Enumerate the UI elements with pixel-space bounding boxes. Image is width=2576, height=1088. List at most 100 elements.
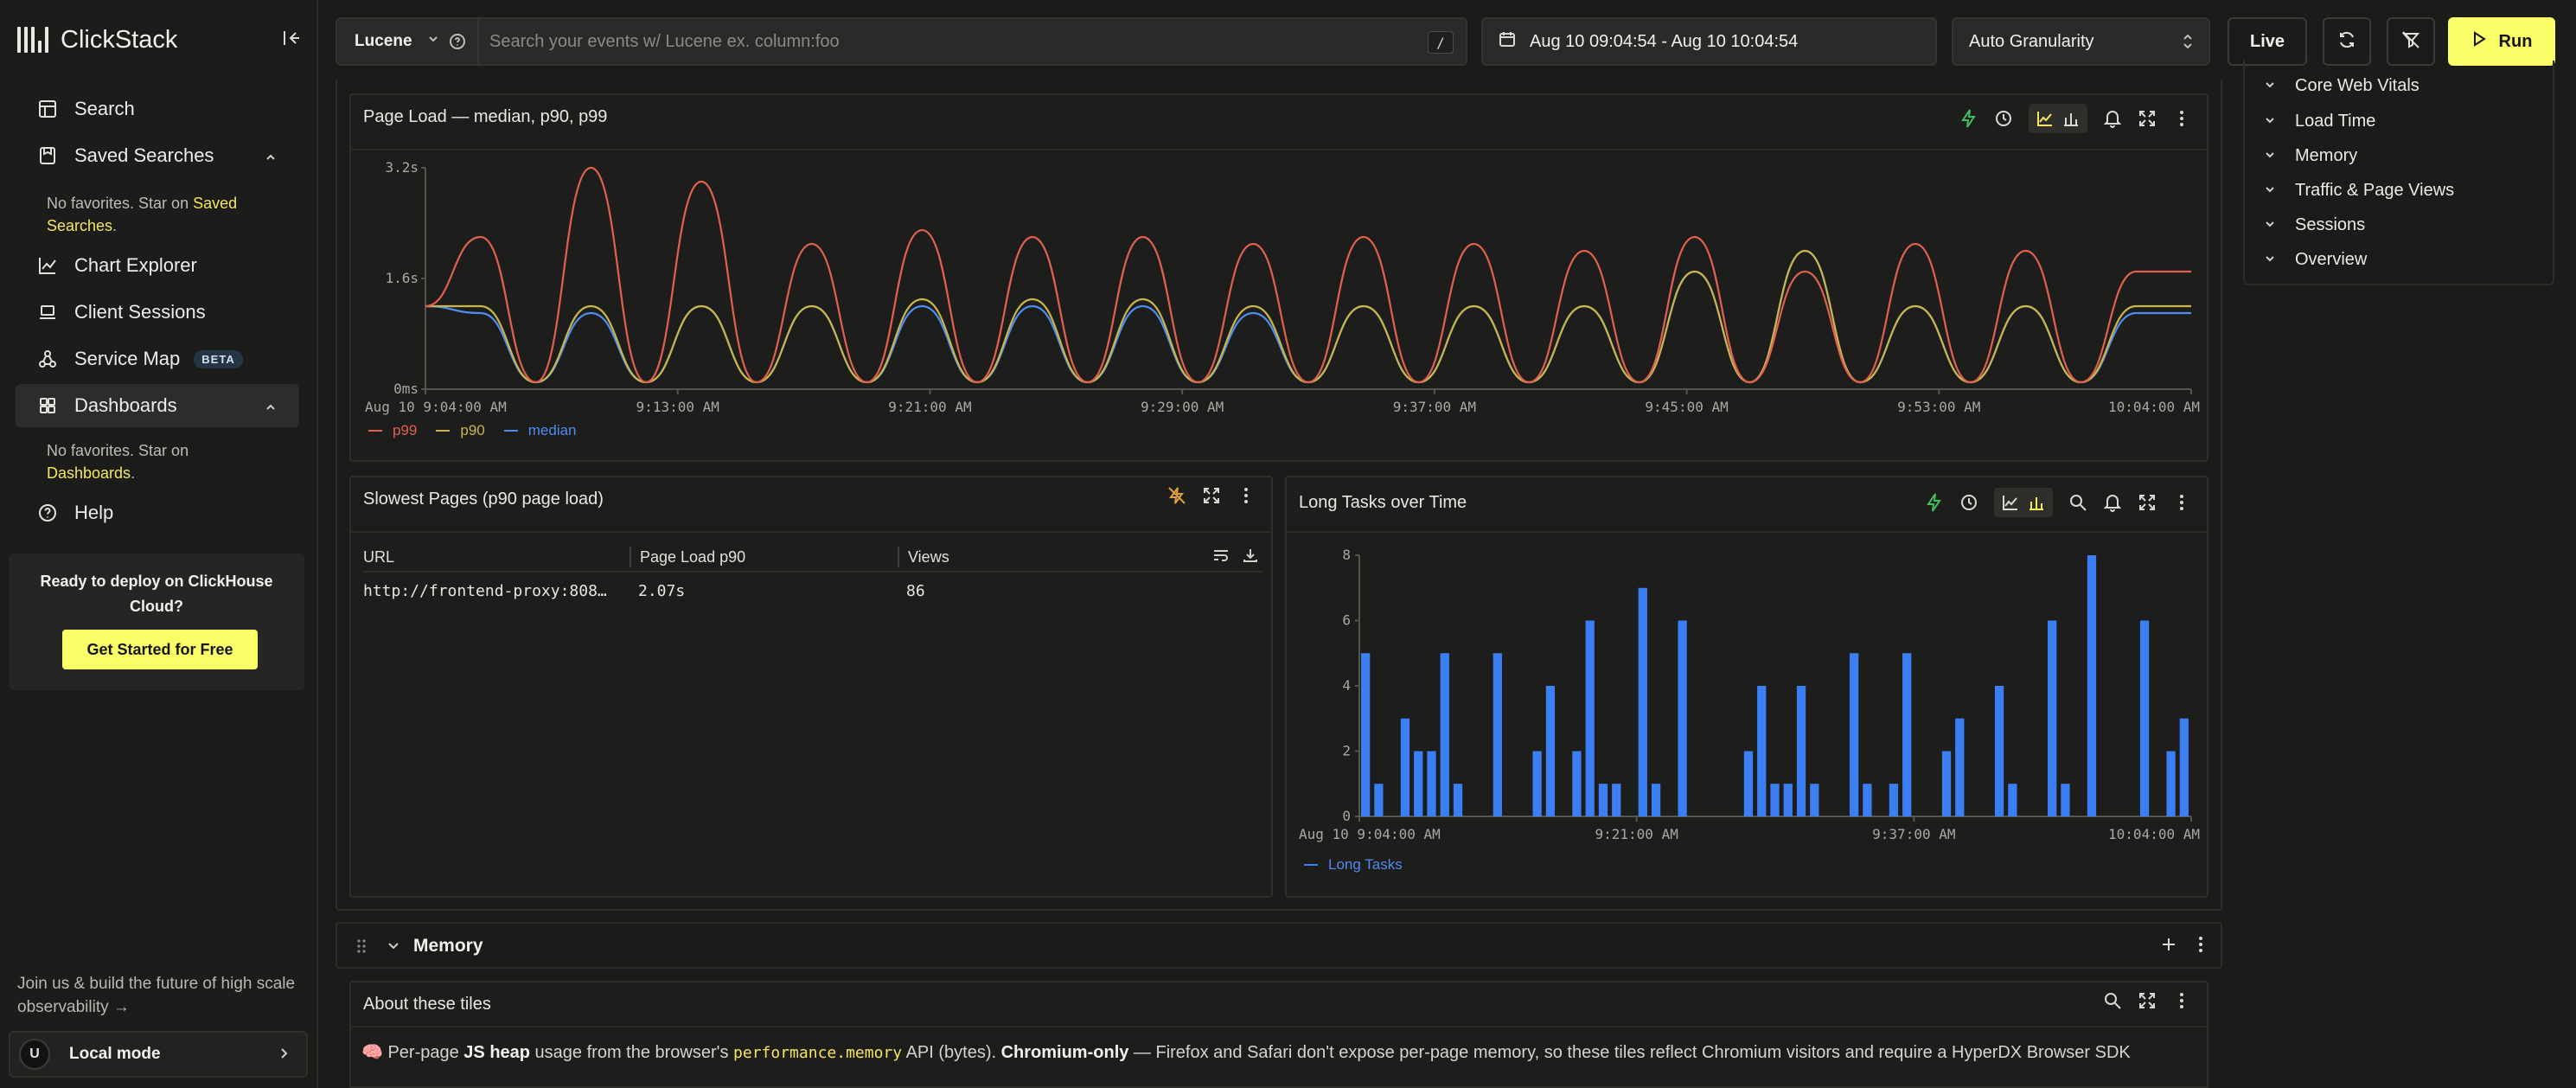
more-vertical-icon[interactable] xyxy=(2172,991,2191,1010)
nav-saved-searches[interactable]: Saved Searches xyxy=(16,134,299,177)
clock-icon[interactable] xyxy=(1959,493,1978,512)
bar xyxy=(1743,751,1754,816)
bell-icon[interactable] xyxy=(2103,109,2122,128)
outline-item[interactable]: Overview xyxy=(2264,248,2367,271)
drag-handle-icon[interactable] xyxy=(356,938,367,959)
y-tick-label: 4 xyxy=(1342,677,1351,694)
y-tick-label: 2 xyxy=(1342,743,1351,759)
chevron-down-icon[interactable] xyxy=(386,938,401,957)
legend-item-median[interactable]: median xyxy=(503,422,577,439)
column-header-views[interactable]: Views xyxy=(898,547,1157,567)
legend-item-p90[interactable]: p90 xyxy=(436,422,485,439)
chevron-up-icon[interactable] xyxy=(263,398,278,420)
plus-icon[interactable] xyxy=(2160,936,2177,957)
more-vertical-icon[interactable] xyxy=(2198,936,2203,957)
search-icon[interactable] xyxy=(2068,493,2087,512)
dashboard-outline: Core Web Vitals Load Time Memory Traffic… xyxy=(2243,61,2554,285)
legend-item-p99[interactable]: p99 xyxy=(368,422,417,439)
bar xyxy=(1757,686,1767,816)
chart-legend: Long Tasks xyxy=(1304,856,1403,874)
lightning-icon[interactable] xyxy=(1925,493,1944,512)
live-button[interactable]: Live xyxy=(2228,17,2307,66)
bar xyxy=(2179,718,2189,816)
line-chart-icon[interactable] xyxy=(2001,493,2020,512)
nav-search[interactable]: Search xyxy=(16,87,299,131)
x-tick-label: 9:29:00 AM xyxy=(1141,399,1224,415)
x-tick-label: 10:04:00 AM xyxy=(2108,826,2200,842)
expand-icon[interactable] xyxy=(2138,493,2157,512)
tile-divider xyxy=(351,1026,2207,1027)
collapse-sidebar-icon[interactable] xyxy=(278,26,303,50)
clock-icon[interactable] xyxy=(1994,109,2013,128)
outline-item[interactable]: Traffic & Page Views xyxy=(2264,179,2454,202)
user-menu[interactable]: U Local mode xyxy=(9,1031,308,1078)
get-started-button[interactable]: Get Started for Free xyxy=(62,630,258,669)
bar xyxy=(1994,686,2004,816)
tile-toolbar xyxy=(2103,991,2191,1010)
download-icon[interactable] xyxy=(1242,547,1259,568)
cell-url: http://frontend-proxy:808… xyxy=(363,581,607,600)
y-tick-label: 0ms xyxy=(393,381,419,397)
query-help-icon[interactable] xyxy=(448,32,467,55)
table-row[interactable]: http://frontend-proxy:808… 2.07s 86 xyxy=(363,573,1262,609)
bar-chart-icon[interactable] xyxy=(2061,109,2081,128)
legend-item-long-tasks[interactable]: Long Tasks xyxy=(1304,856,1403,874)
more-vertical-icon[interactable] xyxy=(1237,486,1256,505)
expand-icon[interactable] xyxy=(1202,486,1221,505)
more-vertical-icon[interactable] xyxy=(2172,493,2191,512)
nav-service-map[interactable]: Service Map BETA xyxy=(16,337,299,381)
x-tick-label: 9:53:00 AM xyxy=(1897,399,1980,415)
outline-item[interactable]: Sessions xyxy=(2264,214,2365,236)
expand-icon[interactable] xyxy=(2138,991,2157,1010)
lightning-off-icon[interactable] xyxy=(1167,486,1186,505)
chevron-up-icon[interactable] xyxy=(263,148,278,170)
nav-help[interactable]: Help xyxy=(16,491,299,534)
bar xyxy=(1532,751,1542,816)
nav-client-sessions[interactable]: Client Sessions xyxy=(16,291,299,334)
wrap-text-icon[interactable] xyxy=(1212,547,1230,568)
more-vertical-icon[interactable] xyxy=(2172,109,2191,128)
dashboards-link[interactable]: Dashboards xyxy=(47,464,131,482)
run-button[interactable]: Run xyxy=(2448,17,2555,66)
run-label: Run xyxy=(2498,31,2533,51)
help-circle-icon xyxy=(38,503,57,522)
search-icon[interactable] xyxy=(2103,991,2122,1010)
column-header-p90[interactable]: Page Load p90 xyxy=(630,547,898,567)
refresh-button[interactable] xyxy=(2323,17,2371,66)
granularity-select[interactable]: Auto Granularity xyxy=(1952,17,2210,66)
filter-button[interactable] xyxy=(2387,17,2435,66)
nav-dashboards[interactable]: Dashboards xyxy=(16,384,299,427)
outline-item[interactable]: Core Web Vitals xyxy=(2264,74,2419,97)
x-tick-label: Aug 10 9:04:00 AM xyxy=(365,399,507,415)
bar-chart-icon[interactable] xyxy=(2027,493,2046,512)
y-tick-label: 1.6s xyxy=(385,270,419,286)
nav-chart-explorer[interactable]: Chart Explorer xyxy=(16,244,299,287)
column-header-url[interactable]: URL xyxy=(363,547,630,567)
sidebar: ClickStack Search Saved Searches No favo… xyxy=(0,0,318,1088)
dashboards-empty-note: No favorites. Star on Dashboards. xyxy=(47,442,189,482)
tile-title: Slowest Pages (p90 page load) xyxy=(363,490,604,509)
bookmark-icon xyxy=(38,146,57,165)
bar xyxy=(1598,784,1608,816)
bar xyxy=(1783,784,1793,816)
bar xyxy=(1770,784,1780,816)
expand-icon[interactable] xyxy=(2138,109,2157,128)
table-header: URL Page Load p90 Views xyxy=(363,543,1262,573)
bar xyxy=(1955,718,1965,816)
line-chart-icon[interactable] xyxy=(2036,109,2055,128)
bar xyxy=(2048,620,2057,816)
outline-item[interactable]: Memory xyxy=(2264,144,2357,167)
y-tick-label: 3.2s xyxy=(385,159,419,176)
nav-label: Help xyxy=(74,502,114,523)
bar xyxy=(1941,751,1952,816)
app-logo[interactable]: ClickStack xyxy=(17,22,177,57)
search-input[interactable] xyxy=(489,19,1406,64)
time-range-picker[interactable]: Aug 10 09:04:54 - Aug 10 10:04:54 xyxy=(1481,17,1937,66)
granularity-value: Auto Granularity xyxy=(1969,31,2094,51)
tile-title: Long Tasks over Time xyxy=(1299,493,1467,512)
outline-item[interactable]: Load Time xyxy=(2264,110,2375,132)
join-us-link[interactable]: Join us & build the future of high scale… xyxy=(17,972,311,1019)
lightning-icon[interactable] xyxy=(1959,109,1978,128)
bell-icon[interactable] xyxy=(2103,493,2122,512)
x-tick-label: 9:37:00 AM xyxy=(1393,399,1476,415)
